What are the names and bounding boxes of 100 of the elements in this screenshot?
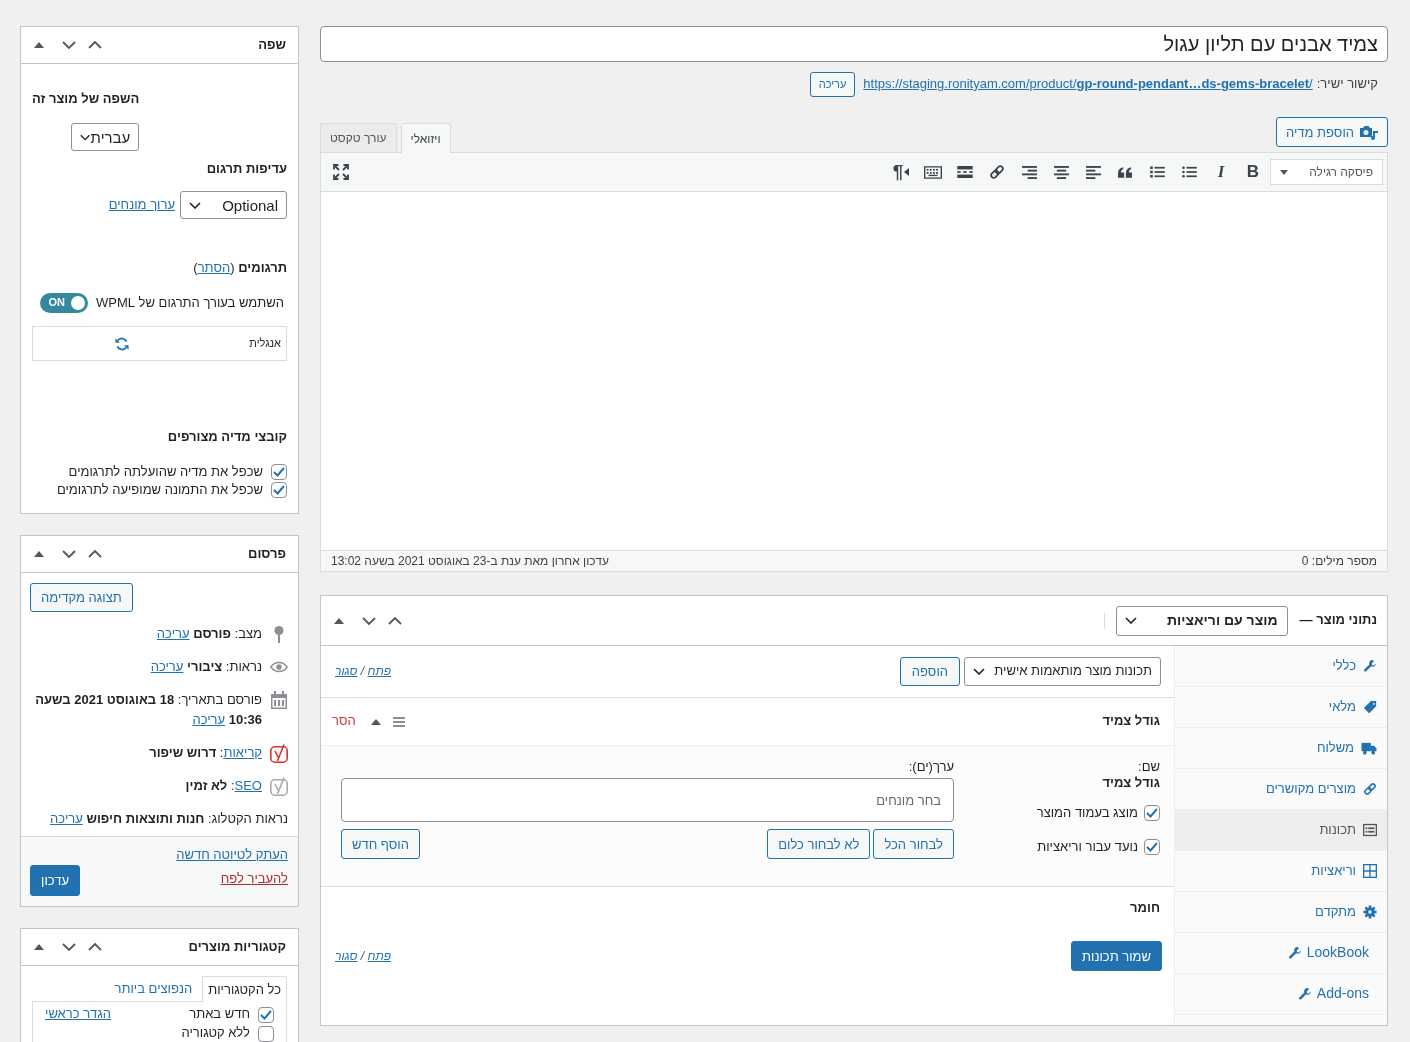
triangle-up-icon[interactable] bbox=[334, 617, 344, 624]
chevron-up-icon[interactable] bbox=[388, 616, 402, 625]
product-tab[interactable]: תכונות bbox=[1175, 810, 1387, 851]
grid-icon bbox=[1363, 864, 1377, 878]
name-label: שם: bbox=[1138, 759, 1160, 775]
wrench-icon bbox=[1363, 659, 1377, 673]
bullet-list-icon[interactable] bbox=[1181, 166, 1197, 178]
triangle-up-icon[interactable] bbox=[34, 42, 44, 48]
edit-terms-link[interactable]: ערוך מונחים bbox=[108, 195, 175, 215]
checkbox[interactable] bbox=[1144, 805, 1160, 821]
save-attributes-button[interactable]: שמור תכונות bbox=[1071, 941, 1162, 971]
add-media-button[interactable]: הוספת מדיה bbox=[1275, 117, 1388, 147]
checkbox[interactable] bbox=[1144, 839, 1160, 855]
score-link[interactable]: קריאות bbox=[223, 745, 262, 760]
chevron-down-icon[interactable] bbox=[362, 616, 376, 625]
italic-button[interactable]: I bbox=[1206, 157, 1236, 187]
triangle-up-icon[interactable] bbox=[370, 718, 381, 725]
bold-button[interactable]: B bbox=[1238, 157, 1268, 187]
product-tab[interactable]: LookBook bbox=[1175, 933, 1387, 974]
make-primary-link[interactable]: הגדר כראשי bbox=[45, 1005, 112, 1024]
product-tab[interactable]: כללי bbox=[1175, 646, 1387, 687]
translations-heading: תרגומים ( הסתר) bbox=[193, 260, 287, 276]
fullscreen-icon[interactable] bbox=[333, 164, 349, 180]
blockquote-icon[interactable] bbox=[1118, 166, 1132, 178]
permalink-label: קישור ישיר: bbox=[1316, 74, 1378, 93]
product-tab[interactable]: משלוח bbox=[1175, 728, 1387, 769]
update-button[interactable]: עדכון bbox=[30, 865, 80, 896]
collapse-link[interactable]: סגור bbox=[335, 949, 358, 963]
remove-link[interactable]: הסר bbox=[332, 712, 356, 731]
toggle-switch[interactable]: ON bbox=[40, 293, 88, 313]
category-tab[interactable]: הנפוצים ביותר bbox=[114, 975, 193, 1001]
terms-field[interactable]: בחר מונחים bbox=[341, 778, 954, 822]
values-label: ערך(ים): bbox=[908, 759, 954, 775]
triangle-up-icon[interactable] bbox=[34, 944, 44, 950]
align-right-icon[interactable] bbox=[1021, 165, 1037, 179]
checkbox[interactable] bbox=[258, 1025, 274, 1042]
collapse-link[interactable]: סגור bbox=[335, 664, 358, 679]
chevron-down-icon bbox=[1124, 617, 1137, 624]
refresh-icon[interactable] bbox=[114, 336, 129, 351]
word-count: מספר מילים: 0 bbox=[1301, 552, 1377, 570]
priority-select[interactable]: Optional bbox=[180, 191, 287, 219]
drag-handle-icon[interactable] bbox=[392, 716, 405, 727]
format-select[interactable]: פיסקה רגילה bbox=[1270, 159, 1383, 185]
align-left-icon[interactable] bbox=[1085, 165, 1101, 179]
read-more-icon[interactable] bbox=[957, 166, 973, 178]
editor-field[interactable] bbox=[320, 192, 1388, 550]
priority-label: עדיפות תרגום bbox=[206, 161, 287, 177]
editor-tab[interactable]: ויזואלי bbox=[400, 123, 451, 153]
edit-link[interactable]: עריכה bbox=[50, 811, 83, 826]
chevron-down-icon[interactable] bbox=[62, 943, 76, 951]
pin-icon bbox=[274, 625, 284, 643]
expand-link[interactable]: פתח bbox=[367, 664, 391, 679]
attribute-title: גודל צמיד bbox=[1102, 712, 1160, 731]
publish-info-text: קריאות: דרוש שיפור bbox=[149, 744, 262, 762]
gear-icon bbox=[1363, 905, 1377, 919]
product-tab[interactable]: וריאציות bbox=[1175, 851, 1387, 892]
panel-title: קטגוריות מוצרים bbox=[188, 937, 286, 956]
checkbox-label: שכפל את התמונה שמופיעה לתרגומים bbox=[56, 480, 263, 499]
checkbox-label: נועד עבור וריאציות bbox=[1037, 837, 1138, 856]
chevron-up-icon[interactable] bbox=[88, 943, 102, 951]
product-tab[interactable]: מלאי bbox=[1175, 687, 1387, 728]
edit-permalink-button[interactable]: עריכה bbox=[809, 71, 856, 97]
align-center-icon[interactable] bbox=[1053, 165, 1069, 179]
chevron-up-icon[interactable] bbox=[88, 41, 102, 49]
language-select[interactable]: עברית bbox=[71, 123, 140, 151]
checkbox[interactable] bbox=[258, 1006, 274, 1023]
edit-link[interactable]: עריכה bbox=[192, 712, 226, 727]
chevron-up-icon[interactable] bbox=[88, 550, 102, 558]
keyboard-icon[interactable] bbox=[924, 165, 942, 179]
product-tab[interactable]: מתקדם bbox=[1175, 892, 1387, 933]
chevron-down-icon[interactable] bbox=[62, 550, 76, 558]
select-all-button[interactable]: לבחור הכל bbox=[873, 829, 954, 859]
permalink-link[interactable]: https://staging.ronityam.com/product/gp-round-pendant…ds-gems-bracelet/ bbox=[863, 74, 1313, 94]
category-tab[interactable]: כל הקטגוריות bbox=[202, 976, 287, 1002]
add-term-button[interactable]: הוסף חדש bbox=[341, 829, 420, 859]
attribute-type-select[interactable]: תכונות מוצר מותאמות אישית bbox=[964, 657, 1161, 686]
expand-link[interactable]: פתח bbox=[367, 949, 391, 963]
checkbox[interactable] bbox=[271, 464, 287, 480]
product-tab[interactable]: Add-ons bbox=[1175, 974, 1387, 1015]
checkbox[interactable] bbox=[271, 482, 287, 498]
chevron-down-icon bbox=[80, 133, 91, 141]
preview-button[interactable]: תצוגה מקדימה bbox=[30, 583, 133, 612]
trash-link[interactable]: להעביר לפח bbox=[176, 870, 288, 888]
text-direction-button[interactable]: ¶ bbox=[886, 157, 916, 187]
triangle-up-icon[interactable] bbox=[34, 551, 44, 557]
list-icon bbox=[1363, 823, 1377, 837]
editor-tab[interactable]: עורך טקסט bbox=[320, 123, 397, 152]
select-none-button[interactable]: לא לבחור כלום bbox=[767, 829, 871, 859]
product-type-select[interactable]: מוצר עם וריאציות bbox=[1115, 605, 1288, 636]
wrench-icon bbox=[1297, 987, 1312, 1001]
translation-editor-label: השתמש בעורך התרגום של WPML bbox=[96, 293, 284, 312]
chevron-down-icon[interactable] bbox=[62, 41, 76, 49]
title-field[interactable]: צמיד אבנים עם תליון עגול bbox=[320, 26, 1388, 62]
numbered-list-icon[interactable] bbox=[1149, 166, 1165, 178]
panel-title: שפה bbox=[258, 35, 286, 54]
edit-link[interactable]: עריכה bbox=[156, 626, 190, 641]
copy-draft-link[interactable]: העתק לטיוטה חדשה bbox=[176, 846, 288, 864]
link-icon[interactable] bbox=[989, 164, 1005, 180]
edit-link[interactable]: עריכה bbox=[150, 659, 184, 674]
add-attribute-button[interactable]: הוספה bbox=[899, 657, 960, 686]
